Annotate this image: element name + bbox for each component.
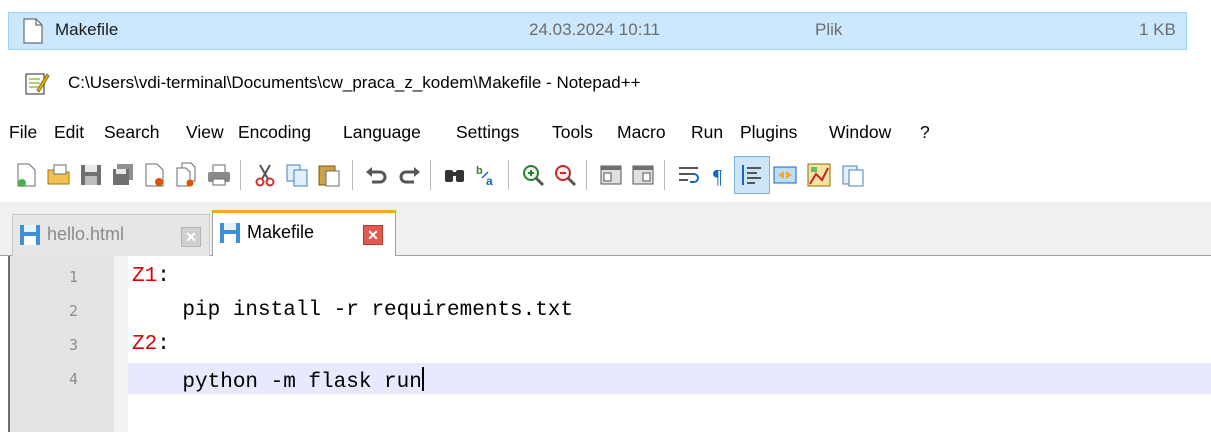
new-file-icon[interactable] bbox=[14, 162, 40, 188]
window-title: C:\Users\vdi-terminal\Documents\cw_praca… bbox=[68, 73, 641, 92]
saved-file-icon bbox=[20, 225, 40, 245]
code-text: python -m flask run bbox=[132, 371, 422, 394]
redo-icon[interactable] bbox=[396, 162, 422, 188]
menu-language[interactable]: Language bbox=[343, 122, 421, 143]
document-map-icon[interactable] bbox=[806, 162, 832, 188]
window-title-bar: C:\Users\vdi-terminal\Documents\cw_praca… bbox=[0, 58, 1211, 108]
sync-vertical-icon[interactable] bbox=[598, 162, 624, 188]
zoom-in-icon[interactable] bbox=[520, 162, 546, 188]
saved-file-icon bbox=[220, 223, 240, 243]
user-language-icon[interactable] bbox=[772, 162, 798, 188]
toolbar-separator bbox=[508, 160, 509, 190]
save-all-icon[interactable] bbox=[110, 162, 136, 188]
code-line: python -m flask run bbox=[132, 367, 424, 394]
menu-view[interactable]: View bbox=[186, 122, 224, 143]
line-number: 4 bbox=[68, 370, 78, 388]
close-file-icon[interactable] bbox=[142, 162, 168, 188]
toolbar-separator bbox=[240, 160, 241, 190]
document-list-icon[interactable] bbox=[840, 162, 866, 188]
text-caret bbox=[421, 367, 424, 391]
file-type: Plik bbox=[815, 20, 843, 39]
menu-encoding[interactable]: Encoding bbox=[238, 122, 311, 143]
indent-guide-icon[interactable] bbox=[739, 162, 765, 188]
code-line: pip install -r requirements.txt bbox=[132, 299, 574, 322]
print-icon[interactable] bbox=[206, 162, 232, 188]
zoom-out-icon[interactable] bbox=[552, 162, 578, 188]
word-wrap-icon[interactable] bbox=[676, 162, 702, 188]
menu-settings[interactable]: Settings bbox=[456, 122, 519, 143]
open-file-icon[interactable] bbox=[46, 162, 72, 188]
toolbar: ba ¶ bbox=[0, 150, 1211, 202]
code-punct: : bbox=[157, 333, 170, 356]
code-line: Z1: bbox=[132, 265, 170, 288]
undo-icon[interactable] bbox=[364, 162, 390, 188]
replace-icon[interactable]: ba bbox=[474, 162, 500, 188]
menu-tools[interactable]: Tools bbox=[552, 122, 593, 143]
tab-bar: hello.html ✕ Makefile ✕ bbox=[0, 202, 1211, 257]
svg-text:¶: ¶ bbox=[713, 166, 722, 188]
save-icon[interactable] bbox=[78, 162, 104, 188]
menu-file[interactable]: File bbox=[9, 122, 37, 143]
sync-horizontal-icon[interactable] bbox=[630, 162, 656, 188]
find-icon[interactable] bbox=[442, 162, 468, 188]
menu-plugins[interactable]: Plugins bbox=[740, 122, 797, 143]
close-tab-icon[interactable]: ✕ bbox=[181, 227, 201, 247]
svg-text:b: b bbox=[476, 165, 483, 177]
menu-bar: File Edit Search View Encoding Language … bbox=[0, 116, 1211, 150]
explorer-file-list: Makefile 24.03.2024 10:11 Plik 1 KB bbox=[0, 0, 1211, 54]
cut-icon[interactable] bbox=[252, 162, 278, 188]
line-number-gutter: 1 2 3 4 bbox=[10, 256, 128, 432]
fold-margin bbox=[114, 256, 128, 432]
toolbar-separator bbox=[664, 160, 665, 190]
menu-macro[interactable]: Macro bbox=[617, 122, 666, 143]
code-punct: : bbox=[157, 265, 170, 288]
tab-makefile[interactable]: Makefile ✕ bbox=[212, 210, 396, 257]
make-target: Z1 bbox=[132, 265, 158, 288]
file-size: 1 KB bbox=[1139, 20, 1176, 39]
file-icon bbox=[23, 18, 43, 44]
paste-icon[interactable] bbox=[316, 162, 342, 188]
close-all-icon[interactable] bbox=[174, 162, 200, 188]
make-target: Z2 bbox=[132, 333, 158, 356]
line-number: 1 bbox=[68, 268, 78, 286]
toolbar-separator bbox=[430, 160, 431, 190]
copy-icon[interactable] bbox=[284, 162, 310, 188]
menu-search[interactable]: Search bbox=[104, 122, 159, 143]
line-number: 2 bbox=[68, 302, 78, 320]
tab-label: hello.html bbox=[47, 224, 125, 244]
line-number: 3 bbox=[68, 336, 78, 354]
tab-label: Makefile bbox=[247, 222, 315, 242]
toolbar-separator bbox=[586, 160, 587, 190]
file-name: Makefile bbox=[55, 20, 119, 39]
close-tab-icon[interactable]: ✕ bbox=[363, 225, 383, 245]
menu-edit[interactable]: Edit bbox=[54, 122, 84, 143]
file-row-makefile[interactable]: Makefile 24.03.2024 10:11 Plik 1 KB bbox=[8, 12, 1187, 50]
menu-run[interactable]: Run bbox=[691, 122, 723, 143]
menu-window[interactable]: Window bbox=[829, 122, 891, 143]
notepadpp-icon bbox=[25, 73, 50, 95]
menu-help[interactable]: ? bbox=[920, 122, 930, 143]
show-all-characters-icon[interactable]: ¶ bbox=[708, 162, 734, 188]
svg-text:a: a bbox=[486, 174, 493, 188]
toolbar-separator bbox=[352, 160, 353, 190]
file-modified-date: 24.03.2024 10:11 bbox=[529, 20, 661, 39]
tab-hello-html[interactable]: hello.html ✕ bbox=[12, 214, 210, 256]
code-editor[interactable]: 1 2 3 4 Z1: pip install -r requirements.… bbox=[8, 256, 1211, 432]
code-line: Z2: bbox=[132, 333, 170, 356]
